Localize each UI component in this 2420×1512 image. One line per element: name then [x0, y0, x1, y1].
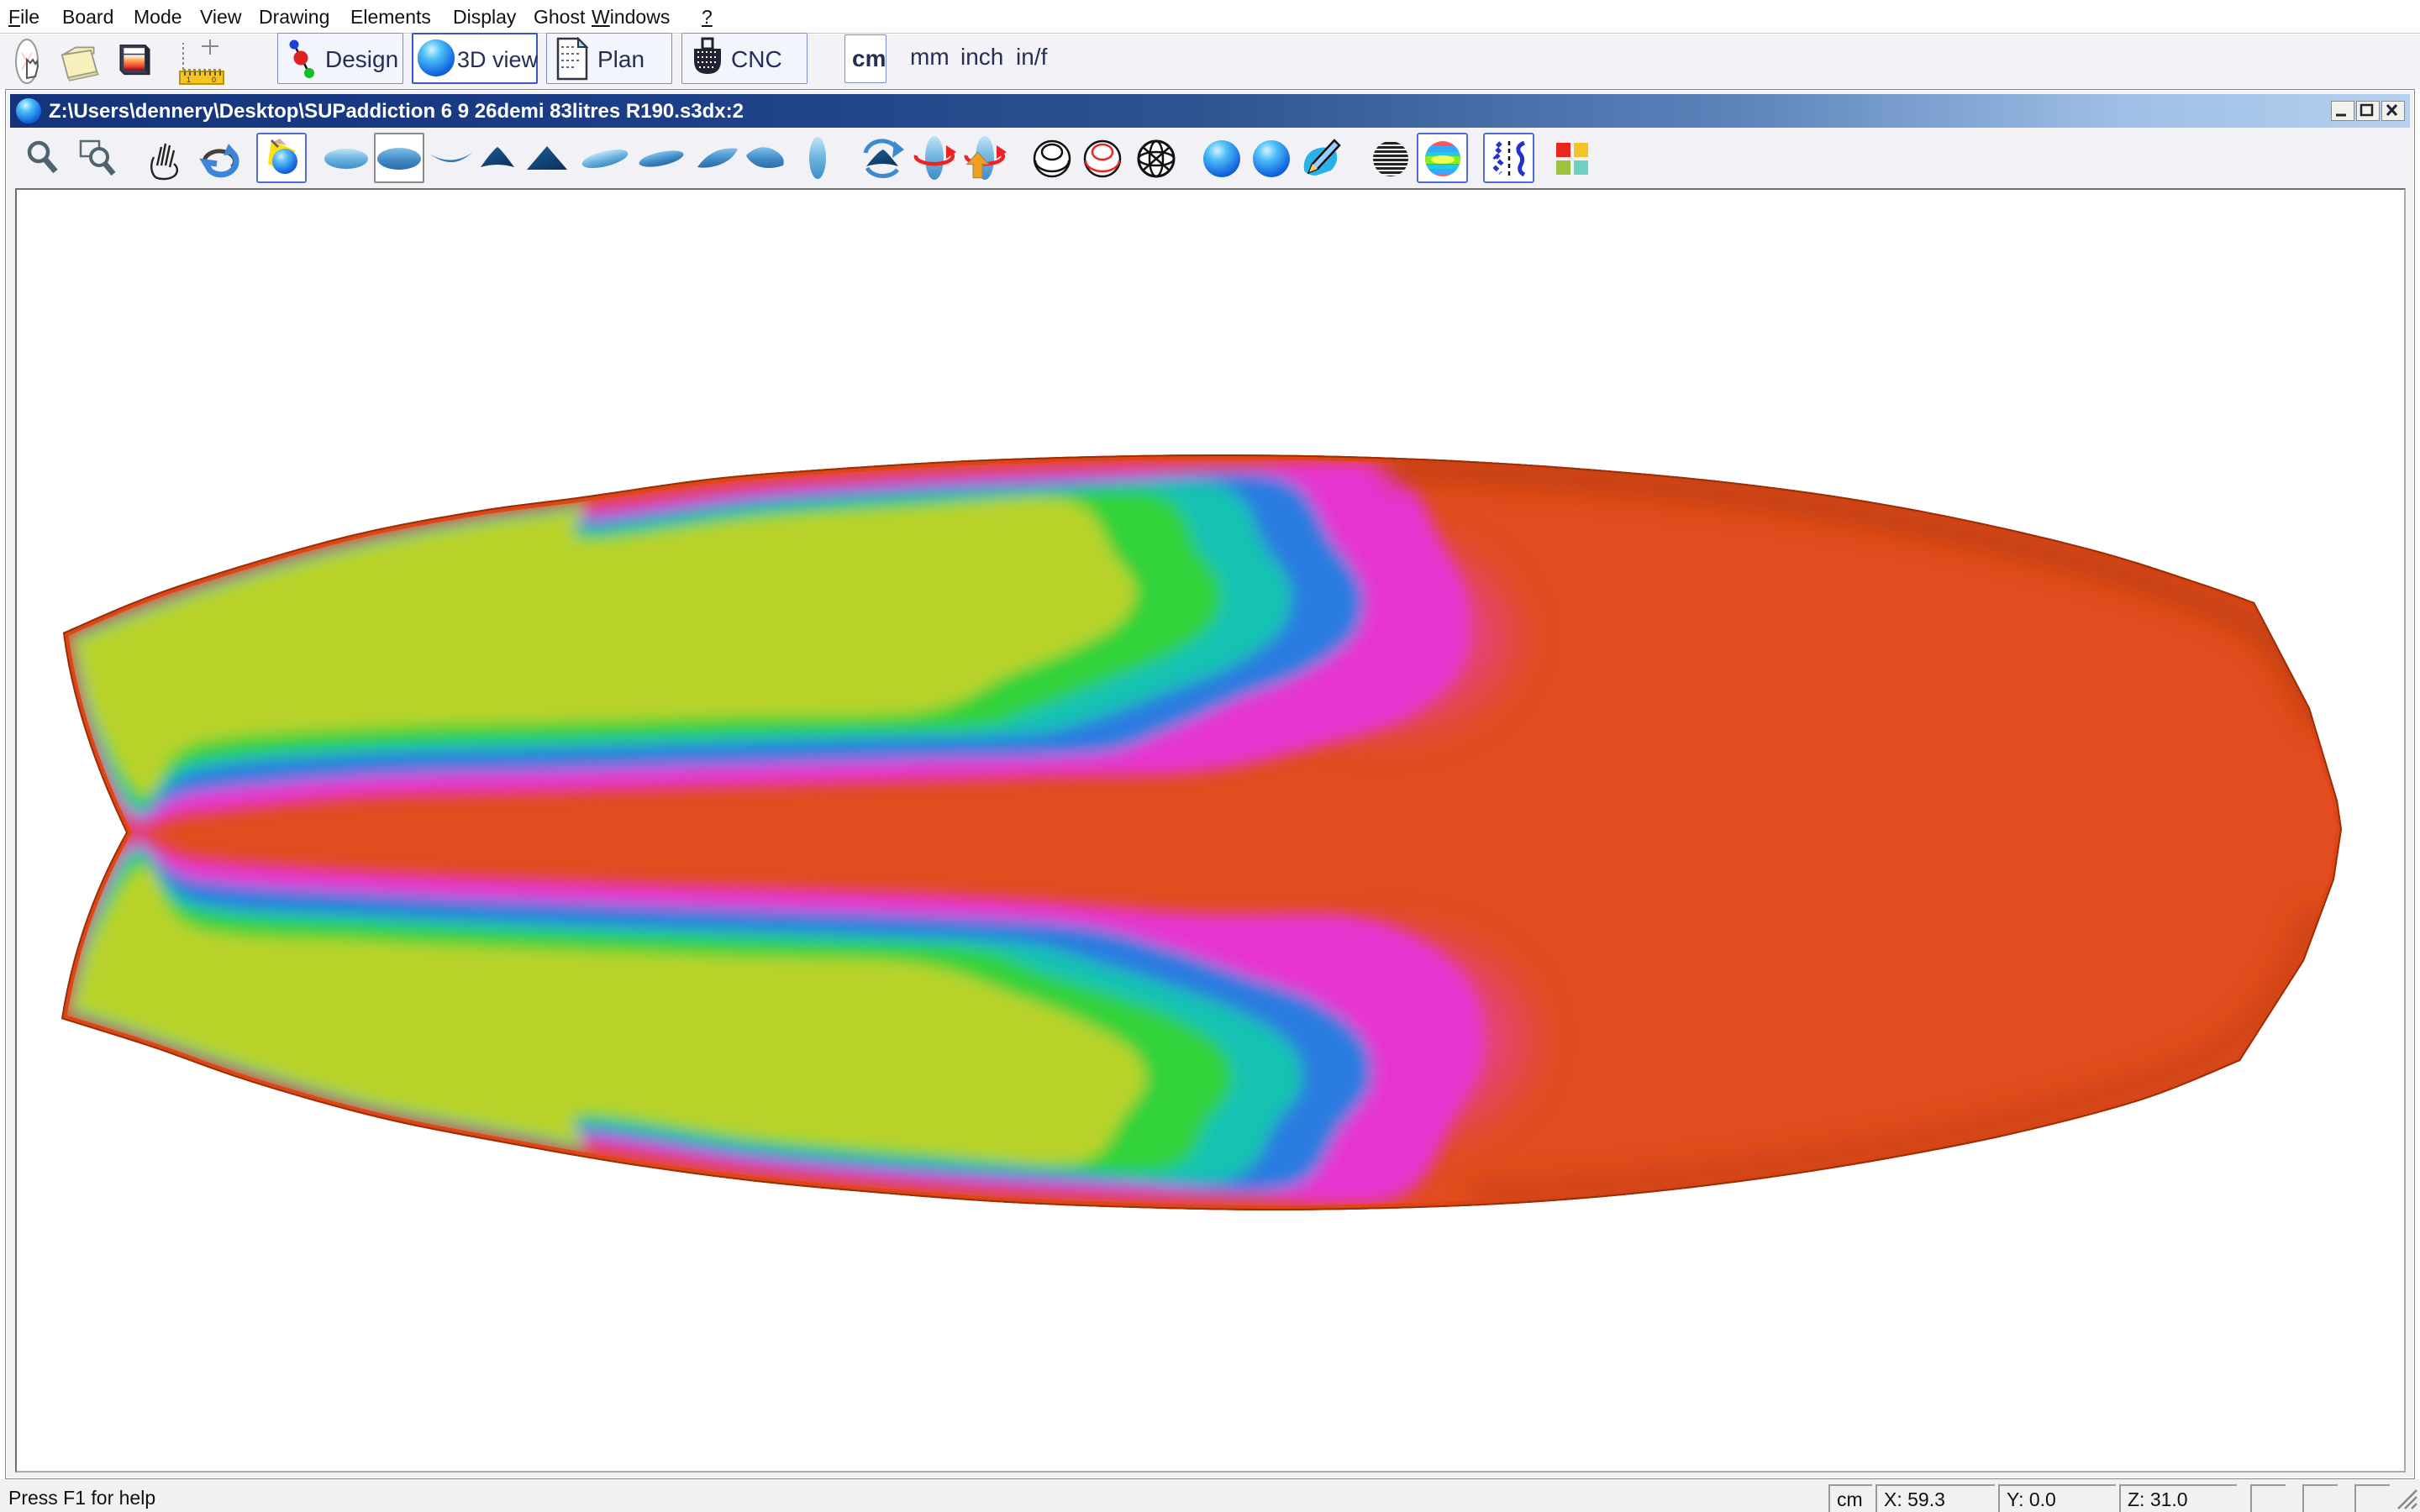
svg-text:0: 0	[212, 76, 216, 84]
svg-text:1: 1	[187, 76, 191, 84]
